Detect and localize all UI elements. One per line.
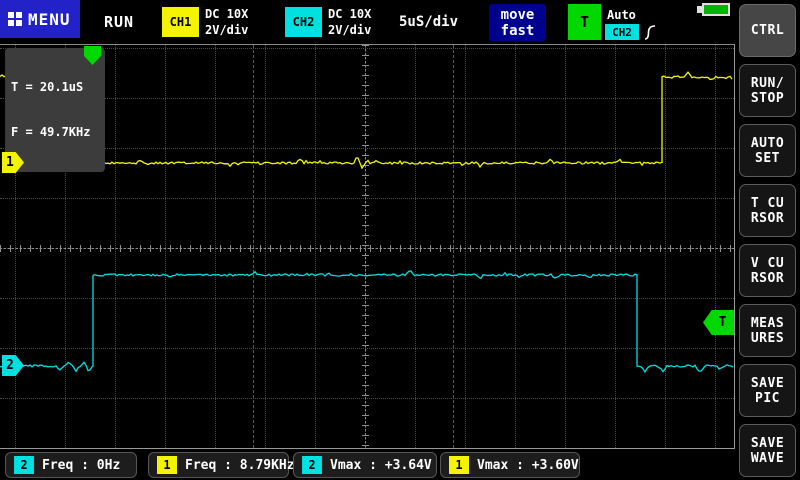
- sidebar-button-ctrl[interactable]: CTRL: [739, 4, 796, 57]
- ch1-coupling: DC 10X: [205, 7, 248, 21]
- menu-button[interactable]: MENU: [0, 0, 80, 38]
- menu-grid-icon: [8, 12, 22, 26]
- channel-badge: 2: [302, 456, 322, 474]
- sidebar: CTRL RUN/STOP AUTOSET T CURSOR V CURSOR …: [735, 0, 800, 480]
- waveform-svg: [0, 45, 735, 448]
- move-fast-button[interactable]: move fast: [489, 4, 546, 41]
- run-status: RUN: [104, 13, 134, 31]
- trigger-edge-icon: [644, 24, 656, 45]
- scope-graticule: T = 20.1uS F = 49.7KHz 1 2 T: [0, 45, 735, 448]
- ch2-settings: DC 10X 2V/div: [328, 6, 371, 38]
- battery-icon: [702, 3, 730, 16]
- trigger-button[interactable]: T: [568, 4, 601, 40]
- sidebar-button-auto-set[interactable]: AUTOSET: [739, 124, 796, 177]
- oscilloscope-screen: MENU RUN CH1 DC 10X 2V/div CH2 DC 10X 2V/d…: [0, 0, 800, 480]
- trigger-mode-label: Auto: [607, 8, 636, 22]
- ch1-scale: 2V/div: [205, 23, 248, 37]
- trigger-source-badge[interactable]: CH2: [605, 24, 639, 40]
- ch2-coupling: DC 10X: [328, 7, 371, 21]
- channel-badge: 2: [14, 456, 34, 474]
- ch1-trace: [0, 72, 732, 168]
- measurement-text: Vmax : +3.64V: [330, 458, 432, 473]
- overlay-frequency: F = 49.7KHz: [11, 125, 99, 140]
- ch2-badge[interactable]: CH2: [285, 7, 322, 37]
- top-bar: MENU RUN CH1 DC 10X 2V/div CH2 DC 10X 2V/d…: [0, 0, 735, 45]
- ch2-trace: [0, 271, 733, 372]
- measurement-text: Vmax : +3.60V: [477, 458, 579, 473]
- sidebar-button-t-cursor[interactable]: T CURSOR: [739, 184, 796, 237]
- measurement-overlay: T = 20.1uS F = 49.7KHz: [5, 48, 105, 172]
- measurement-box: 2 Vmax : +3.64V: [293, 452, 437, 478]
- overlay-period: T = 20.1uS: [11, 80, 99, 95]
- measurement-text: Freq : 8.79KHz: [185, 458, 295, 473]
- channel-badge: 1: [449, 456, 469, 474]
- menu-label: MENU: [28, 10, 71, 29]
- sidebar-button-save-wave[interactable]: SAVEWAVE: [739, 424, 796, 477]
- measurement-box: 1 Freq : 8.79KHz: [148, 452, 289, 478]
- measurement-box: 1 Vmax : +3.60V: [440, 452, 580, 478]
- channel-badge: 1: [157, 456, 177, 474]
- bottom-bar: 2 Freq : 0Hz 1 Freq : 8.79KHz 2 Vmax : +…: [0, 448, 735, 480]
- timebase-label: 5uS/div: [399, 14, 458, 30]
- move-fast-line2: fast: [501, 23, 535, 39]
- ch1-settings: DC 10X 2V/div: [205, 6, 248, 38]
- measurement-text: Freq : 0Hz: [42, 458, 120, 473]
- ch2-scale: 2V/div: [328, 23, 371, 37]
- sidebar-button-v-cursor[interactable]: V CURSOR: [739, 244, 796, 297]
- move-fast-line1: move: [501, 7, 535, 23]
- measurement-box: 2 Freq : 0Hz: [5, 452, 137, 478]
- sidebar-button-measures[interactable]: MEASURES: [739, 304, 796, 357]
- sidebar-button-save-pic[interactable]: SAVEPIC: [739, 364, 796, 417]
- sidebar-button-run-stop[interactable]: RUN/STOP: [739, 64, 796, 117]
- ch1-badge[interactable]: CH1: [162, 7, 199, 37]
